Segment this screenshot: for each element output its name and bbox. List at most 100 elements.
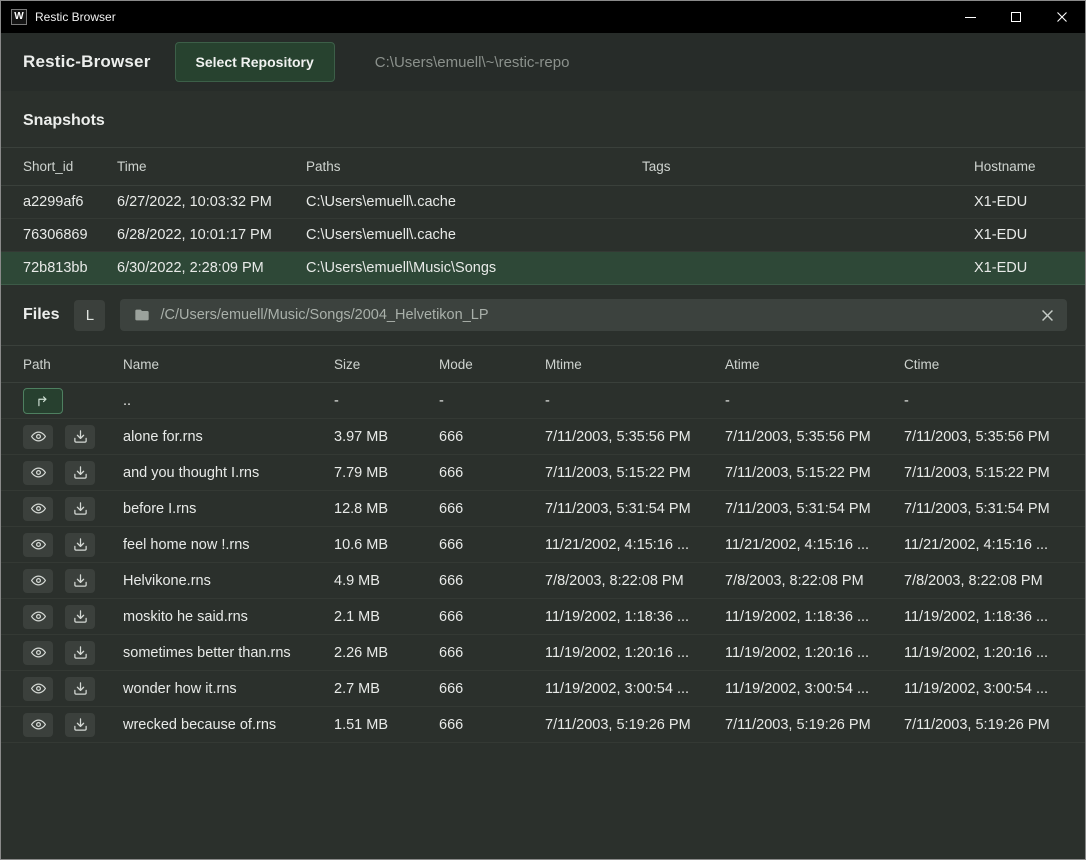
file-mtime: 7/11/2003, 5:35:56 PM xyxy=(545,429,725,445)
column-mtime[interactable]: Mtime xyxy=(545,357,725,372)
download-file-button[interactable] xyxy=(65,713,95,737)
eye-icon xyxy=(31,573,46,588)
maximize-button[interactable] xyxy=(993,1,1039,33)
snapshot-paths: C:\Users\emuell\.cache xyxy=(306,194,642,210)
file-actions xyxy=(23,641,123,665)
column-paths[interactable]: Paths xyxy=(306,159,642,174)
file-ctime: 11/19/2002, 1:20:16 ... xyxy=(904,645,1063,661)
file-ctime: 7/11/2003, 5:31:54 PM xyxy=(904,501,1063,517)
snapshot-row[interactable]: 72b813bb6/30/2022, 2:28:09 PMC:\Users\em… xyxy=(1,252,1085,285)
snapshot-time: 6/27/2022, 10:03:32 PM xyxy=(117,194,306,210)
download-file-button[interactable] xyxy=(65,641,95,665)
preview-file-button[interactable] xyxy=(23,713,53,737)
preview-file-button[interactable] xyxy=(23,677,53,701)
file-atime: - xyxy=(725,393,904,409)
download-file-button[interactable] xyxy=(65,425,95,449)
column-size[interactable]: Size xyxy=(334,357,439,372)
file-size: 10.6 MB xyxy=(334,537,439,553)
files-bar: Files L /C/Users/emuell/Music/Songs/2004… xyxy=(1,285,1085,345)
download-icon xyxy=(73,573,88,588)
snapshots-table-body: a2299af66/27/2022, 10:03:32 PMC:\Users\e… xyxy=(1,186,1085,285)
clear-path-icon[interactable] xyxy=(1042,310,1053,321)
file-mode: 666 xyxy=(439,681,545,697)
eye-icon xyxy=(31,717,46,732)
minimize-button[interactable] xyxy=(947,1,993,33)
file-ctime: 11/21/2002, 4:15:16 ... xyxy=(904,537,1063,553)
column-name[interactable]: Name xyxy=(123,357,334,372)
column-time[interactable]: Time xyxy=(117,159,306,174)
parent-dir-button[interactable] xyxy=(23,388,63,414)
column-ctime[interactable]: Ctime xyxy=(904,357,1063,372)
file-name: Helvikone.rns xyxy=(123,573,334,589)
close-button[interactable] xyxy=(1039,1,1085,33)
file-atime: 11/19/2002, 1:18:36 ... xyxy=(725,609,904,625)
close-icon xyxy=(1057,12,1067,22)
file-actions xyxy=(23,497,123,521)
file-mode: 666 xyxy=(439,537,545,553)
maximize-icon xyxy=(1011,12,1021,22)
preview-file-button[interactable] xyxy=(23,461,53,485)
download-icon xyxy=(73,501,88,516)
file-ctime: 11/19/2002, 3:00:54 ... xyxy=(904,681,1063,697)
select-repository-button[interactable]: Select Repository xyxy=(175,42,335,82)
download-file-button[interactable] xyxy=(65,677,95,701)
file-mtime: 11/19/2002, 3:00:54 ... xyxy=(545,681,725,697)
preview-file-button[interactable] xyxy=(23,605,53,629)
files-heading: Files xyxy=(23,306,59,324)
file-mode: 666 xyxy=(439,717,545,733)
preview-file-button[interactable] xyxy=(23,533,53,557)
preview-file-button[interactable] xyxy=(23,641,53,665)
file-atime: 7/11/2003, 5:15:22 PM xyxy=(725,465,904,481)
download-file-button[interactable] xyxy=(65,533,95,557)
snapshot-row[interactable]: a2299af66/27/2022, 10:03:32 PMC:\Users\e… xyxy=(1,186,1085,219)
download-file-button[interactable] xyxy=(65,605,95,629)
eye-icon xyxy=(31,681,46,696)
snapshot-time: 6/28/2022, 10:01:17 PM xyxy=(117,227,306,243)
file-ctime: 7/11/2003, 5:35:56 PM xyxy=(904,429,1063,445)
snapshot-row[interactable]: 763068696/28/2022, 10:01:17 PMC:\Users\e… xyxy=(1,219,1085,252)
column-short-id[interactable]: Short_id xyxy=(23,159,117,174)
file-mtime: 7/11/2003, 5:19:26 PM xyxy=(545,717,725,733)
download-file-button[interactable] xyxy=(65,497,95,521)
file-actions xyxy=(23,425,123,449)
download-icon xyxy=(73,645,88,660)
file-mtime: 7/11/2003, 5:15:22 PM xyxy=(545,465,725,481)
file-path-bar[interactable]: /C/Users/emuell/Music/Songs/2004_Helveti… xyxy=(120,299,1067,331)
file-mtime: 7/11/2003, 5:31:54 PM xyxy=(545,501,725,517)
file-size: 12.8 MB xyxy=(334,501,439,517)
repository-path-field[interactable]: C:\Users\emuell\~\restic-repo xyxy=(375,54,570,71)
preview-file-button[interactable] xyxy=(23,497,53,521)
file-atime: 11/19/2002, 1:20:16 ... xyxy=(725,645,904,661)
download-file-button[interactable] xyxy=(65,461,95,485)
file-ctime: 7/8/2003, 8:22:08 PM xyxy=(904,573,1063,589)
column-atime[interactable]: Atime xyxy=(725,357,904,372)
file-mode: 666 xyxy=(439,573,545,589)
file-size: 2.1 MB xyxy=(334,609,439,625)
file-row-parent: ..----- xyxy=(1,383,1085,419)
column-hostname[interactable]: Hostname xyxy=(974,159,1063,174)
eye-icon xyxy=(31,429,46,444)
download-file-button[interactable] xyxy=(65,569,95,593)
window-title: Restic Browser xyxy=(35,10,116,24)
snapshot-hostname: X1-EDU xyxy=(974,194,1063,210)
preview-file-button[interactable] xyxy=(23,569,53,593)
list-mode-toggle-button[interactable]: L xyxy=(74,300,105,331)
snapshot-hostname: X1-EDU xyxy=(974,227,1063,243)
column-tags[interactable]: Tags xyxy=(642,159,974,174)
eye-icon xyxy=(31,537,46,552)
column-mode[interactable]: Mode xyxy=(439,357,545,372)
file-actions xyxy=(23,569,123,593)
file-actions xyxy=(23,533,123,557)
eye-icon xyxy=(31,645,46,660)
column-path[interactable]: Path xyxy=(23,357,123,372)
app-name: Restic-Browser xyxy=(23,52,151,72)
snapshots-heading: Snapshots xyxy=(1,91,1085,147)
file-ctime: - xyxy=(904,393,1063,409)
file-mtime: 7/8/2003, 8:22:08 PM xyxy=(545,573,725,589)
preview-file-button[interactable] xyxy=(23,425,53,449)
file-ctime: 7/11/2003, 5:19:26 PM xyxy=(904,717,1063,733)
eye-icon xyxy=(31,609,46,624)
file-atime: 7/11/2003, 5:19:26 PM xyxy=(725,717,904,733)
file-size: 7.79 MB xyxy=(334,465,439,481)
file-actions xyxy=(23,388,123,414)
